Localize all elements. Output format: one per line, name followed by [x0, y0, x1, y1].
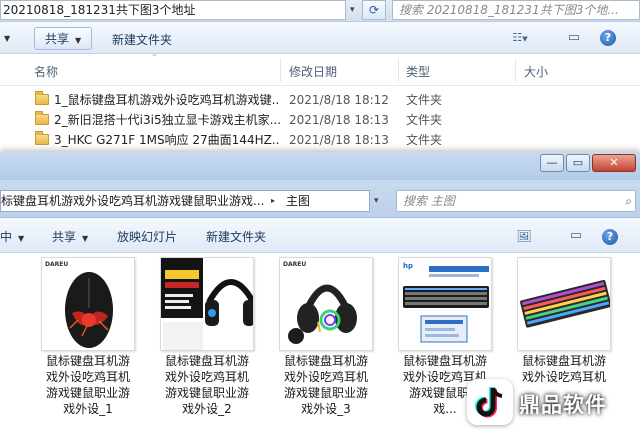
thumbnail-image[interactable]: DAREU — [41, 257, 135, 351]
view-options-icon[interactable]: 🖼▼ — [514, 226, 534, 262]
maximize-button[interactable]: ▭ — [566, 154, 590, 172]
file-date: 2021/8/18 18:13 — [289, 113, 389, 127]
file-name: 2_新旧混搭十代i3i5独立显卡游戏主机家... — [54, 113, 280, 127]
front-share-button[interactable]: 共享 ▼ — [52, 228, 88, 245]
watermark-text: 鼎品软件 — [519, 393, 607, 417]
refresh-icon[interactable]: ⟳ — [362, 0, 386, 20]
back-address-text: 20210818_181231共下图3个地址 — [3, 3, 196, 17]
back-explorer-window: 20210818_181231共下图3个地址 ▾ ⟳ 搜索 20210818_1… — [0, 0, 640, 160]
thumbnail-image[interactable]: hp — [398, 257, 492, 351]
help-icon[interactable]: ? — [602, 229, 618, 245]
front-address-field[interactable]: 标键盘耳机游戏外设吃鸡耳机游戏键鼠职业游戏... ▸ 主图 — [0, 190, 370, 212]
folder-icon — [35, 111, 49, 125]
column-divider[interactable] — [398, 58, 399, 82]
breadcrumb-parent[interactable]: 标键盘耳机游戏外设吃鸡耳机游戏键鼠职业游戏... — [1, 191, 264, 211]
back-address-field[interactable]: 20210818_181231共下图3个地址 — [0, 0, 346, 20]
file-date: 2021/8/18 18:13 — [289, 133, 389, 147]
chevron-down-icon: ▼ — [18, 234, 25, 243]
back-address-dropdown-icon[interactable]: ▾ — [350, 0, 355, 20]
thumbnail-image[interactable] — [160, 257, 254, 351]
front-new-folder-button[interactable]: 新建文件夹 — [206, 228, 266, 245]
back-search-placeholder: 搜索 20210818_181231共下图3个地... — [399, 3, 619, 17]
sort-ascending-icon: ⌃ — [151, 53, 158, 62]
file-name: 3_HKC G271F 1MS响应 27曲面144HZ... — [54, 133, 280, 147]
column-name[interactable]: 名称 — [34, 63, 58, 80]
view-options-icon[interactable]: ☷▼ — [510, 28, 530, 48]
keyboard-image — [403, 266, 489, 343]
column-divider[interactable] — [515, 58, 516, 82]
brand-logo: DAREU — [45, 261, 69, 268]
back-toolbar-dropdown-icon[interactable]: ▼ — [4, 30, 10, 44]
watermark: 鼎品软件 — [461, 375, 640, 431]
preview-pane-icon[interactable]: ▭ — [566, 226, 586, 246]
front-search-field[interactable]: 搜索 主图 ⌕ — [396, 190, 636, 212]
front-organize-button[interactable]: 中 ▼ — [0, 228, 24, 245]
thumbnail-label[interactable]: 鼠标键盘耳机游 戏外设吃鸡耳机 游戏键鼠职业游 戏外设_3 — [278, 353, 374, 417]
rgb-keyboard-image — [520, 279, 610, 328]
slideshow-label: 放映幻灯片 — [117, 230, 178, 244]
front-share-label: 共享 — [52, 230, 77, 244]
file-type: 文件夹 — [406, 113, 443, 127]
file-row[interactable]: 2_新旧混搭十代i3i5独立显卡游戏主机家... 2021/8/18 18:13… — [0, 110, 640, 130]
column-divider[interactable] — [280, 58, 281, 82]
back-search-field[interactable]: 搜索 20210818_181231共下图3个地... — [392, 0, 640, 20]
thumbnail-image[interactable]: DAREU — [279, 257, 373, 351]
front-address-bar: 标键盘耳机游戏外设吃鸡耳机游戏键鼠职业游戏... ▸ 主图 ▾ 搜索 主图 ⌕ — [0, 180, 640, 218]
chevron-down-icon: ▼ — [75, 36, 82, 45]
back-column-header: ⌃ 名称 修改日期 类型 大小 — [0, 53, 640, 86]
breadcrumb-arrow-icon[interactable]: ▸ — [271, 191, 275, 211]
folder-icon — [35, 131, 49, 145]
file-row[interactable]: 1_鼠标键盘耳机游戏外设吃鸡耳机游戏键... 2021/8/18 18:12 文… — [0, 90, 640, 110]
back-share-label: 共享 — [45, 32, 70, 46]
front-new-folder-label: 新建文件夹 — [206, 230, 267, 244]
back-new-folder-label: 新建文件夹 — [112, 33, 173, 47]
file-type: 文件夹 — [406, 133, 443, 147]
front-toolbar: 中▼ 共享▼ 放映幻灯片 新建文件夹 🖼▼ ▭ ? — [0, 218, 640, 262]
preview-pane-icon[interactable]: ▭ — [564, 28, 584, 48]
hp-logo: hp — [403, 262, 413, 270]
file-type: 文件夹 — [406, 93, 443, 107]
minimize-button[interactable]: — — [540, 154, 564, 172]
thumbnail-image[interactable] — [517, 257, 611, 351]
chevron-down-icon: ▼ — [82, 234, 89, 243]
rgb-headset-image — [288, 284, 357, 344]
column-type[interactable]: 类型 — [406, 63, 430, 80]
thumbnail-label[interactable]: 鼠标键盘耳机游 戏外设吃鸡耳机 游戏键鼠职业游 戏外设_2 — [159, 353, 255, 417]
back-address-bar: 20210818_181231共下图3个地址 ▾ ⟳ 搜索 20210818_1… — [0, 0, 640, 22]
back-toolbar: ▼ 共享 ▼ 新建文件夹 ☷▼ ▭ ? — [0, 22, 640, 54]
back-new-folder-button[interactable]: 新建文件夹 — [112, 31, 172, 48]
address-dropdown-icon[interactable]: ▾ — [374, 191, 379, 211]
breadcrumb-current[interactable]: 主图 — [286, 191, 310, 211]
folder-icon — [35, 91, 49, 105]
back-share-button[interactable]: 共享 ▼ — [34, 27, 93, 50]
headset-promo-image — [161, 258, 253, 350]
file-date: 2021/8/18 18:12 — [289, 93, 389, 107]
column-date[interactable]: 修改日期 — [289, 63, 337, 80]
front-search-placeholder: 搜索 主图 — [403, 194, 455, 208]
front-organize-label: 中 — [0, 230, 13, 244]
search-icon[interactable]: ⌕ — [625, 191, 632, 211]
file-name: 1_鼠标键盘耳机游戏外设吃鸡耳机游戏键... — [54, 93, 280, 107]
front-title-bar[interactable]: — ▭ ✕ — [0, 152, 640, 180]
file-row[interactable]: 3_HKC G271F 1MS响应 27曲面144HZ... 2021/8/18… — [0, 130, 640, 150]
brand-logo: DAREU — [283, 261, 307, 268]
column-size[interactable]: 大小 — [524, 63, 548, 80]
slideshow-button[interactable]: 放映幻灯片 — [117, 228, 177, 245]
tiktok-logo-icon — [467, 379, 513, 425]
gaming-mouse-image — [65, 272, 113, 348]
help-icon[interactable]: ? — [600, 30, 616, 46]
close-button[interactable]: ✕ — [592, 154, 636, 172]
thumbnail-label[interactable]: 鼠标键盘耳机游 戏外设吃鸡耳机 游戏键鼠职业游 戏外设_1 — [40, 353, 136, 417]
